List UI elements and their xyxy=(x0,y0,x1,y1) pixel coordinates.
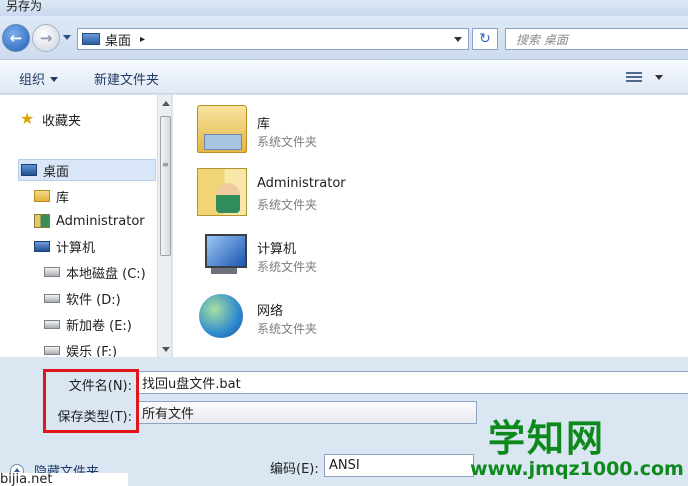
organize-label: 组织 xyxy=(19,73,46,88)
recent-locations-dropdown-icon[interactable] xyxy=(63,35,71,40)
address-row: ← → 桌面 ▸ ↻ 搜索 桌面 xyxy=(0,16,688,60)
new-folder-button[interactable]: 新建文件夹 xyxy=(94,69,159,88)
view-dropdown-icon[interactable] xyxy=(655,75,663,80)
encoding-select[interactable]: ANSI xyxy=(324,454,474,477)
scroll-down-icon[interactable] xyxy=(162,347,170,352)
nav-item-drive-d[interactable]: 软件 (D:) xyxy=(44,287,121,309)
back-arrow-icon: ← xyxy=(9,29,23,47)
drive-icon xyxy=(44,293,60,303)
nav-item-drive-c[interactable]: 本地磁盘 (C:) xyxy=(44,261,146,283)
navigation-pane: ★ 收藏夹 桌面 库 Administrator 计算机 本地磁盘 (C:) 软件… xyxy=(0,95,172,357)
nav-label: 桌面 xyxy=(43,164,70,180)
desktop-icon xyxy=(21,164,37,176)
library-icon xyxy=(34,190,50,202)
network-icon xyxy=(199,294,243,338)
nav-item-libraries[interactable]: 库 xyxy=(34,185,69,207)
organize-button[interactable]: 组织 xyxy=(19,69,59,88)
scroll-grip-icon: ≡ xyxy=(162,160,169,169)
address-dropdown-icon[interactable] xyxy=(454,37,462,42)
title-bar: 另存为 xyxy=(0,0,688,16)
star-icon: ★ xyxy=(20,109,35,128)
local-disk-icon xyxy=(44,267,60,277)
file-list: 库 系统文件夹 Administrator 系统文件夹 计算机 系统文件夹 网络… xyxy=(173,95,688,357)
file-name: Administrator xyxy=(257,176,346,191)
scroll-thumb[interactable] xyxy=(160,116,171,256)
nav-label: 收藏夹 xyxy=(42,113,82,129)
filetype-value: 所有文件 xyxy=(142,407,195,422)
encoding-label: 编码(E): xyxy=(270,462,319,477)
nav-label: 库 xyxy=(56,190,70,206)
file-type: 系统文件夹 xyxy=(257,198,318,212)
nav-label: 计算机 xyxy=(56,240,96,256)
search-placeholder: 搜索 桌面 xyxy=(516,32,568,47)
nav-item-desktop[interactable]: 桌面 xyxy=(18,159,156,181)
library-icon xyxy=(197,105,247,153)
breadcrumb-desktop[interactable]: 桌面 xyxy=(105,30,131,49)
search-input[interactable]: 搜索 桌面 xyxy=(505,28,688,50)
refresh-button[interactable]: ↻ xyxy=(472,28,498,50)
nav-label: 本地磁盘 (C:) xyxy=(66,266,146,282)
nav-item-drive-f[interactable]: 娱乐 (F:) xyxy=(44,339,117,357)
user-folder-icon xyxy=(197,168,247,216)
watermark-corner: bijia.net xyxy=(0,473,128,486)
refresh-icon: ↻ xyxy=(479,31,491,47)
file-item-network[interactable]: 网络 系统文件夹 xyxy=(197,288,497,344)
highlight-box xyxy=(43,369,139,433)
computer-icon xyxy=(197,230,247,278)
filename-value: 找回u盘文件.bat xyxy=(142,377,241,392)
computer-icon xyxy=(34,240,50,252)
file-item-libraries[interactable]: 库 系统文件夹 xyxy=(197,101,497,157)
filetype-select[interactable]: 所有文件 xyxy=(137,401,477,424)
file-name: 库 xyxy=(257,117,271,132)
file-type: 系统文件夹 xyxy=(257,260,318,274)
scroll-up-icon[interactable] xyxy=(162,101,170,106)
nav-label: 新加卷 (E:) xyxy=(66,318,132,334)
file-name: 计算机 xyxy=(257,242,297,257)
nav-item-favorites[interactable]: ★ 收藏夹 xyxy=(20,108,81,130)
nav-item-computer[interactable]: 计算机 xyxy=(34,235,95,257)
file-type: 系统文件夹 xyxy=(257,322,318,336)
forward-arrow-icon: → xyxy=(39,29,53,47)
drive-icon xyxy=(44,319,60,329)
forward-button[interactable]: → xyxy=(32,24,60,52)
nav-item-drive-e[interactable]: 新加卷 (E:) xyxy=(44,313,132,335)
file-item-administrator[interactable]: Administrator 系统文件夹 xyxy=(197,164,497,220)
view-options-icon[interactable] xyxy=(626,70,642,84)
nav-item-administrator[interactable]: Administrator xyxy=(34,210,145,232)
address-bar[interactable]: 桌面 ▸ xyxy=(77,28,469,50)
encoding-value: ANSI xyxy=(329,458,360,473)
nav-label: 娱乐 (F:) xyxy=(66,344,118,358)
watermark-url: www.jmqz1000.com xyxy=(470,458,684,480)
nav-label: Administrator xyxy=(56,213,145,229)
command-bar: 组织 新建文件夹 xyxy=(0,60,688,94)
file-name: 网络 xyxy=(257,304,284,319)
file-item-computer[interactable]: 计算机 系统文件夹 xyxy=(197,226,497,282)
back-button[interactable]: ← xyxy=(2,24,30,52)
desktop-icon xyxy=(82,33,100,45)
filename-input[interactable]: 找回u盘文件.bat xyxy=(137,371,688,394)
file-type: 系统文件夹 xyxy=(257,135,318,149)
chevron-down-icon xyxy=(50,77,59,82)
watermark-logo: 学知网 xyxy=(488,417,605,460)
breadcrumb-chevron-icon[interactable]: ▸ xyxy=(140,34,145,45)
nav-scrollbar[interactable]: ≡ xyxy=(157,95,171,357)
user-folder-icon xyxy=(34,214,50,228)
window-title: 另存为 xyxy=(6,0,43,13)
drive-icon xyxy=(44,345,60,355)
nav-label: 软件 (D:) xyxy=(66,292,121,308)
